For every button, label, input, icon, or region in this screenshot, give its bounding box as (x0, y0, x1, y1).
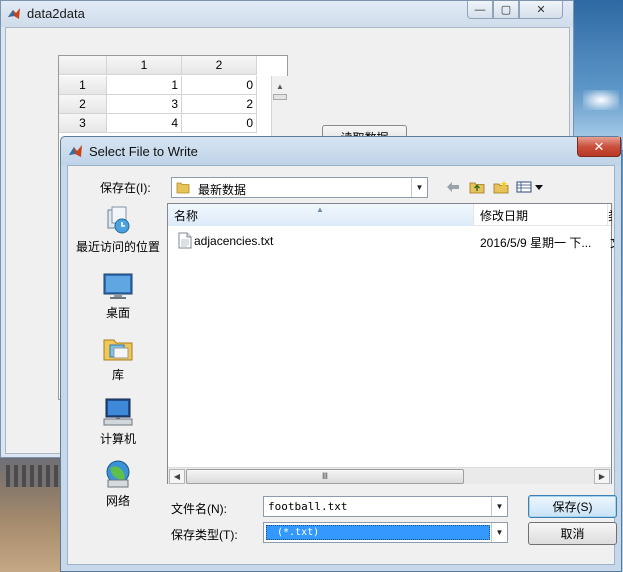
file-list-horizontal-scrollbar[interactable]: ◀ Ⅲ ▶ (168, 467, 611, 484)
close-button[interactable]: ✕ (519, 1, 563, 19)
place-libraries[interactable]: 库 (74, 332, 162, 383)
computer-icon (103, 398, 133, 426)
column-header-name[interactable]: 名称 ▲ (168, 204, 474, 226)
place-label: 桌面 (105, 306, 130, 320)
table-cell[interactable]: 1 (107, 76, 182, 95)
libraries-icon (103, 339, 133, 361)
dialog-body: 保存在(I): 最新数据 ▼ 最近访问的位置 桌面 库 计算机 网络 名称 ▲ … (67, 165, 617, 565)
column-header-type[interactable]: 类 (608, 204, 613, 226)
file-row[interactable]: adjacencies.txt 2016/5/9 星期一 下... 文 (172, 231, 614, 251)
place-label: 网络 (105, 494, 130, 508)
window-controls: — ▢ ✕ (467, 1, 563, 19)
desktop-icon (103, 273, 133, 299)
minimize-button[interactable]: — (467, 1, 493, 19)
view-menu-icon[interactable] (516, 179, 544, 195)
file-type-label: 保存类型(T): (171, 528, 238, 542)
file-type-value: (*.txt) (277, 527, 320, 538)
table-col-header[interactable]: 2 (182, 56, 257, 75)
dialog-close-button[interactable]: ✕ (577, 137, 621, 157)
file-type-selected-highlight: (*.txt) (266, 525, 490, 540)
table-row-header[interactable]: 1 (59, 76, 107, 95)
cancel-button[interactable]: 取消 (528, 522, 617, 545)
scroll-left-arrow-icon[interactable]: ◀ (169, 469, 185, 484)
sort-ascending-icon: ▲ (316, 205, 324, 214)
file-list-header: 名称 ▲ 修改日期 类 (168, 204, 613, 226)
scroll-right-arrow-icon[interactable]: ▶ (594, 469, 610, 484)
save-in-value: 最新数据 (198, 183, 247, 197)
file-type: 文 (610, 234, 614, 251)
save-in-dropdown[interactable]: 最新数据 ▼ (171, 177, 428, 198)
network-icon (106, 460, 130, 488)
file-modified-date: 2016/5/9 星期一 下... (480, 236, 592, 250)
recent-places-icon (107, 206, 130, 234)
save-button[interactable]: 保存(S) (528, 495, 617, 518)
table-cell[interactable]: 4 (107, 114, 182, 133)
text-file-icon (178, 232, 192, 249)
scroll-grip: Ⅲ (321, 471, 329, 481)
file-name-input[interactable]: football.txt ▼ (263, 496, 508, 517)
file-name: adjacencies.txt (194, 234, 274, 248)
place-label: 最近访问的位置 (75, 240, 160, 254)
dialog-titlebar[interactable]: Select File to Write ✕ (61, 137, 621, 165)
new-folder-icon[interactable] (492, 179, 510, 195)
background-window-titlebar[interactable]: data2data — ▢ ✕ (1, 1, 573, 27)
chevron-down-icon[interactable]: ▼ (491, 497, 507, 516)
up-folder-icon[interactable] (468, 179, 486, 195)
table-cell[interactable]: 0 (182, 76, 257, 95)
column-header-type-label: 类 (608, 207, 612, 224)
maximize-button[interactable]: ▢ (493, 1, 519, 19)
file-name-value[interactable]: football.txt (268, 500, 347, 513)
file-list[interactable]: 名称 ▲ 修改日期 类 adjacencies.txt 2016/5/9 星期一… (167, 203, 614, 484)
place-label: 库 (111, 368, 124, 382)
place-recent[interactable]: 最近访问的位置 (74, 204, 162, 255)
table-col-header[interactable]: 1 (107, 56, 182, 75)
matlab-logo-icon (8, 8, 20, 19)
table-cell[interactable]: 0 (182, 114, 257, 133)
place-computer[interactable]: 计算机 (74, 396, 162, 447)
scroll-up-arrow-icon[interactable]: ▲ (276, 82, 284, 91)
column-header-name-label: 名称 (174, 208, 199, 223)
place-network[interactable]: 网络 (74, 458, 162, 509)
chevron-down-icon[interactable]: ▼ (491, 523, 507, 542)
navigation-toolbar (444, 178, 544, 196)
file-type-dropdown[interactable]: (*.txt) ▼ (263, 522, 508, 543)
desktop-wallpaper-sky (573, 0, 623, 150)
place-desktop[interactable]: 桌面 (74, 270, 162, 321)
save-file-dialog: Select File to Write ✕ 保存在(I): 最新数据 ▼ 最近… (60, 136, 622, 572)
column-header-date-label: 修改日期 (480, 208, 529, 223)
table-row-header[interactable]: 2 (59, 95, 107, 114)
scroll-thumb[interactable] (273, 94, 287, 100)
file-name-label: 文件名(N): (171, 502, 227, 516)
dialog-title: Select File to Write (89, 144, 198, 159)
scroll-thumb[interactable]: Ⅲ (186, 469, 464, 484)
table-row-header[interactable]: 3 (59, 114, 107, 133)
table-cell[interactable]: 3 (107, 95, 182, 114)
background-window-title: data2data (27, 6, 85, 21)
chevron-down-icon[interactable]: ▼ (411, 178, 427, 197)
place-label: 计算机 (99, 432, 136, 446)
back-arrow-icon[interactable] (444, 179, 462, 195)
folder-icon (176, 182, 190, 194)
matlab-logo-icon (69, 145, 82, 157)
table-corner (59, 56, 107, 75)
places-bar: 最近访问的位置 桌面 库 计算机 网络 (74, 204, 162, 508)
table-cell[interactable]: 2 (182, 95, 257, 114)
save-in-label: 保存在(I): (100, 181, 151, 195)
column-header-date[interactable]: 修改日期 (474, 204, 608, 226)
